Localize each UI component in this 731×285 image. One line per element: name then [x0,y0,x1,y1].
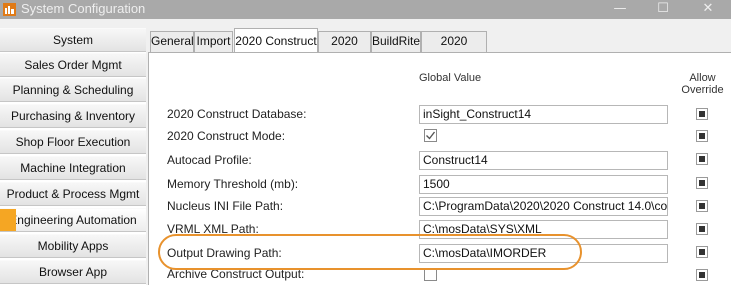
output-drawing-path-override-checkbox[interactable] [696,246,708,258]
window-title: System Configuration [21,1,146,16]
sidebar-item-product-process-mgmt[interactable]: Product & Process Mgmt [0,182,146,206]
construct-database-override-checkbox[interactable] [696,108,708,120]
sidebar-item-sales-order-mgmt[interactable]: Sales Order Mgmt [0,53,146,77]
nucleus-ini-path-label: Nucleus INI File Path: [167,199,284,213]
output-drawing-path-highlight [158,234,582,270]
tab-buildrite[interactable]: BuildRite [371,31,421,52]
autocad-profile-label: Autocad Profile: [167,153,252,167]
sidebar-item-purchasing-inventory[interactable]: Purchasing & Inventory [0,104,146,128]
vrml-xml-path-override-checkbox[interactable] [696,223,708,235]
construct-mode-label: 2020 Construct Mode: [167,129,286,143]
global-value-header: Global Value [419,72,482,84]
sidebar-item-browser-app[interactable]: Browser App [0,260,146,284]
allow-override-header: Allow Override [681,72,724,96]
title-bar: System Configuration — ☐ ✕ [0,0,731,19]
archive-construct-output-override-checkbox[interactable] [696,269,708,281]
sidebar-item-engineering-automation[interactable]: Engineering Automation [0,208,146,232]
tab-strip: General Import 2020 Construct 2020 CAD B… [148,28,731,67]
nucleus-ini-path-field[interactable]: C:\ProgramData\2020\2020 Construct 14.0\… [419,197,668,216]
close-button[interactable]: ✕ [688,0,728,19]
sidebar-item-planning-scheduling[interactable]: Planning & Scheduling [0,78,146,102]
tab-general[interactable]: General [150,31,194,52]
sidebar-item-mobility-apps[interactable]: Mobility Apps [0,234,146,258]
construct-database-label: 2020 Construct Database: [167,107,307,121]
construct-database-field[interactable]: inSight_Construct14 [419,105,668,124]
sidebar-item-machine-integration[interactable]: Machine Integration [0,156,146,180]
construct-mode-override-checkbox[interactable] [696,130,708,142]
sidebar-item-system[interactable]: System [0,28,146,52]
sidebar: System Sales Order Mgmt Planning & Sched… [0,28,146,285]
memory-threshold-field[interactable]: 1500 [419,175,668,194]
minimize-button[interactable]: — [600,0,640,19]
construct-mode-checkbox[interactable] [424,129,437,142]
nucleus-ini-path-override-checkbox[interactable] [696,200,708,212]
tab-import[interactable]: Import [194,31,233,52]
tab-2020-construct[interactable]: 2020 Construct [234,28,318,53]
memory-threshold-label: Memory Threshold (mb): [167,177,299,191]
sidebar-item-shop-floor-execution[interactable]: Shop Floor Execution [0,130,146,154]
tab-2020-builder[interactable]: 2020 Builder [421,31,487,67]
memory-threshold-override-checkbox[interactable] [696,177,708,189]
autocad-profile-field[interactable]: Construct14 [419,151,668,170]
tab-2020-cad[interactable]: 2020 CAD [318,31,371,67]
maximize-button[interactable]: ☐ [643,0,683,19]
app-logo-icon [3,3,16,16]
checkmark-icon [426,131,436,140]
autocad-profile-override-checkbox[interactable] [696,153,708,165]
